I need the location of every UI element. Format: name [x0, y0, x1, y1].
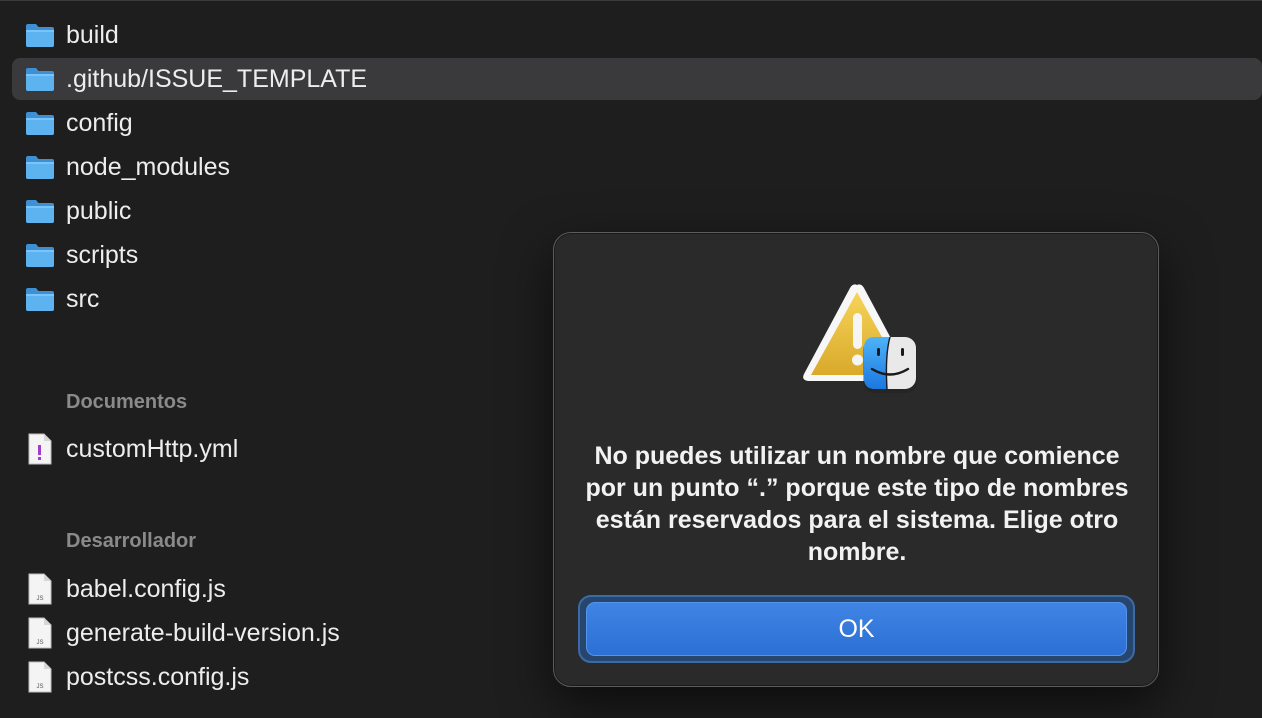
folder-row-build[interactable]: build	[12, 14, 1262, 56]
folder-name: config	[66, 109, 133, 137]
ok-button[interactable]: OK	[586, 602, 1127, 656]
folder-row-config[interactable]: config	[12, 102, 1262, 144]
folder-icon	[26, 112, 54, 135]
folder-icon	[26, 244, 54, 267]
folder-row-node-modules[interactable]: node_modules	[12, 146, 1262, 188]
js-file-icon: JS	[28, 617, 52, 649]
dialog-message: No puedes utilizar un nombre que comienc…	[585, 442, 1129, 566]
yaml-file-icon	[28, 433, 52, 465]
svg-text:JS: JS	[36, 684, 43, 690]
section-header-desarrollador: Desarrollador	[66, 530, 197, 552]
folder-icon	[26, 200, 54, 223]
folder-row-github-issue-template[interactable]: .github/ISSUE_TEMPLATE	[12, 58, 1262, 100]
folder-name: public	[66, 197, 132, 225]
svg-text:JS: JS	[36, 596, 43, 602]
ok-button-focus-ring: OK	[578, 595, 1135, 663]
section-header-documentos: Documentos	[66, 391, 188, 413]
folder-name: scripts	[66, 241, 139, 269]
file-name: generate-build-version.js	[66, 619, 340, 647]
file-name: babel.config.js	[66, 575, 226, 603]
folder-name: node_modules	[66, 153, 231, 181]
finder-window: build .github/ISSUE_TEMPLATE config node…	[0, 0, 1262, 718]
folder-icon	[26, 288, 54, 311]
folder-icon	[26, 68, 54, 91]
js-file-icon: JS	[28, 573, 52, 605]
folder-row-public[interactable]: public	[12, 190, 1262, 232]
folder-name: src	[66, 285, 100, 313]
js-file-icon: JS	[28, 661, 52, 693]
folder-name: .github/ISSUE_TEMPLATE	[66, 65, 368, 93]
file-name: customHttp.yml	[66, 435, 239, 463]
svg-text:JS: JS	[36, 640, 43, 646]
alert-dialog: No puedes utilizar un nombre que comienc…	[553, 232, 1159, 687]
finder-warning-icon	[803, 284, 917, 393]
folder-name: build	[66, 21, 119, 49]
folder-icon	[26, 156, 54, 179]
folder-icon	[26, 24, 54, 47]
file-name: postcss.config.js	[66, 663, 250, 691]
